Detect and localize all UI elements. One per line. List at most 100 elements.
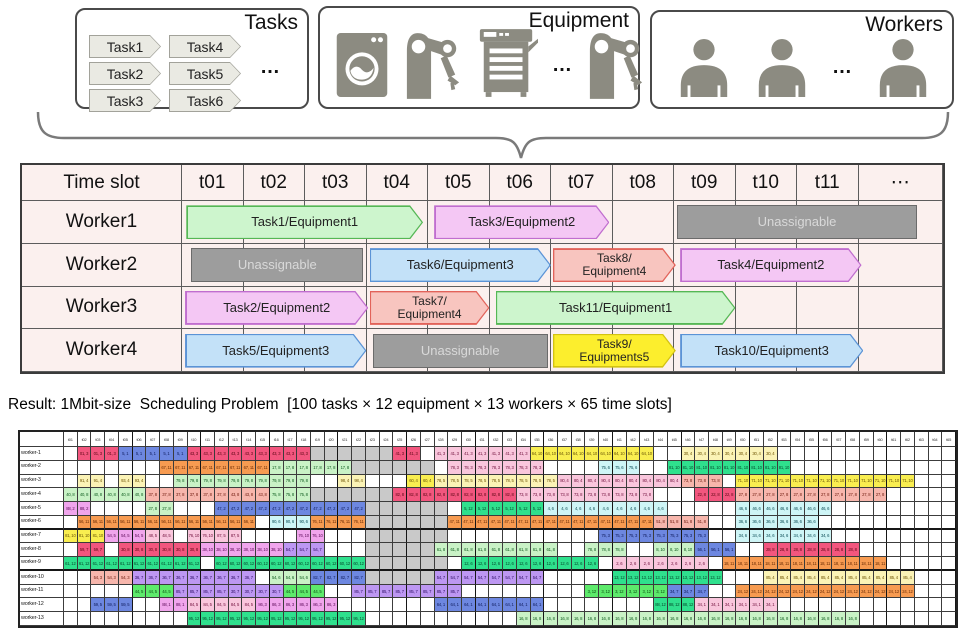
result-cell: 87, 5 bbox=[215, 530, 229, 544]
result-time-label: t15 bbox=[256, 432, 270, 447]
result-cell: 85, 7 bbox=[393, 585, 407, 599]
result-cell: 75, 8 bbox=[270, 488, 284, 502]
result-cell: 78, 5 bbox=[448, 475, 462, 489]
result-cell: 28, 8 bbox=[832, 543, 846, 557]
result-cell: 27, 8 bbox=[764, 488, 778, 502]
result-cell: 61, 12 bbox=[174, 557, 188, 571]
result-cell bbox=[146, 612, 160, 626]
result-cell bbox=[819, 516, 833, 530]
result-cell: 95, 12 bbox=[284, 612, 298, 626]
result-cell: 60, 12 bbox=[297, 557, 311, 571]
result-cell: 86, 3 bbox=[311, 598, 325, 612]
result-cell: 85, 7 bbox=[435, 585, 449, 599]
result-time-label: t52 bbox=[764, 432, 778, 447]
result-cell: 78, 5 bbox=[503, 475, 517, 489]
result-cell: 54, 7 bbox=[476, 571, 490, 585]
result-cell: 47, 2 bbox=[256, 502, 270, 516]
result-cell bbox=[489, 585, 503, 599]
result-cell: 36, 7 bbox=[160, 571, 174, 585]
result-cell bbox=[723, 571, 737, 585]
result-cell: 18, 11 bbox=[778, 557, 792, 571]
result-cell: 18, 11 bbox=[723, 557, 737, 571]
robot-arm-icon bbox=[404, 31, 462, 99]
result-cell bbox=[256, 516, 270, 530]
result-cell bbox=[366, 557, 380, 571]
result-cell bbox=[146, 475, 160, 489]
result-cell: 71, 10 bbox=[791, 475, 805, 489]
result-cell bbox=[791, 461, 805, 475]
person-icon bbox=[754, 39, 810, 97]
result-cell bbox=[421, 612, 435, 626]
result-cell bbox=[682, 502, 696, 516]
result-cell bbox=[929, 612, 943, 626]
result-cell: 47, 2 bbox=[352, 502, 366, 516]
result-cell bbox=[627, 598, 641, 612]
result-cell bbox=[174, 530, 188, 544]
result-cell: 61, 8 bbox=[503, 543, 517, 557]
result-cell: 47, 11 bbox=[489, 516, 503, 530]
worker-row-label: Worker1 bbox=[22, 201, 182, 244]
result-cell: 54, 7 bbox=[448, 571, 462, 585]
result-cell: 8, 10 bbox=[682, 543, 696, 557]
result-cell: 5, 1 bbox=[174, 447, 188, 461]
result-cell: 64, 1 bbox=[503, 598, 517, 612]
time-slot-label: t06 bbox=[490, 165, 552, 201]
result-cell: 71, 10 bbox=[819, 475, 833, 489]
result-time-label: t24 bbox=[380, 432, 394, 447]
result-cell: 37, 8 bbox=[201, 488, 215, 502]
result-cell bbox=[874, 543, 888, 557]
result-cell: 5, 12 bbox=[489, 502, 503, 516]
result-cell bbox=[668, 502, 682, 516]
result-cell bbox=[736, 571, 750, 585]
result-cell: 81, 10 bbox=[709, 461, 723, 475]
result-cell: 34, 1 bbox=[695, 598, 709, 612]
result-cell: 47, 11 bbox=[544, 516, 558, 530]
result-time-label: t57 bbox=[832, 432, 846, 447]
result-cell bbox=[682, 488, 696, 502]
result-cell: 87, 5 bbox=[229, 530, 243, 544]
result-cell bbox=[874, 612, 888, 626]
result-cell: 17, 8 bbox=[297, 461, 311, 475]
result-time-label: t18 bbox=[297, 432, 311, 447]
result-cell: 54, 6 bbox=[270, 571, 284, 585]
result-cell bbox=[421, 461, 435, 475]
result-cell: 80, 4 bbox=[599, 475, 613, 489]
result-cell bbox=[942, 530, 956, 544]
result-cell: 36, 7 bbox=[188, 571, 202, 585]
result-cell: 28, 8 bbox=[819, 543, 833, 557]
result-cell: 54, 7 bbox=[489, 571, 503, 585]
result-cell: 36, 6 bbox=[750, 516, 764, 530]
result-cell: 61, 12 bbox=[133, 557, 147, 571]
result-cell bbox=[421, 530, 435, 544]
result-cell bbox=[421, 557, 435, 571]
result-cell: 61, 8 bbox=[435, 543, 449, 557]
result-cell: 78, 5 bbox=[544, 475, 558, 489]
result-cell: 82, 8 bbox=[448, 488, 462, 502]
result-cell bbox=[558, 598, 572, 612]
result-cell: 18, 11 bbox=[832, 557, 846, 571]
result-cell bbox=[407, 612, 421, 626]
result-cell: 37, 8 bbox=[146, 488, 160, 502]
result-cell: 56, 11 bbox=[146, 516, 160, 530]
tasks-ellipsis: … bbox=[260, 56, 281, 79]
result-cell bbox=[462, 530, 476, 544]
result-cell bbox=[188, 502, 202, 516]
result-cell: 27, 8 bbox=[736, 488, 750, 502]
result-worker-label: worker-12 bbox=[20, 598, 64, 612]
result-cell: 30, 4 bbox=[750, 447, 764, 461]
result-cell: 73, 8 bbox=[640, 488, 654, 502]
result-cell: 61, 8 bbox=[517, 543, 531, 557]
result-cell: 98, 4 bbox=[338, 475, 352, 489]
result-cell bbox=[174, 612, 188, 626]
result-time-label: t60 bbox=[874, 432, 888, 447]
result-cell bbox=[874, 447, 888, 461]
result-cell: 30, 4 bbox=[709, 447, 723, 461]
result-cell: 75, 6 bbox=[599, 461, 613, 475]
result-cell bbox=[352, 447, 366, 461]
result-cell bbox=[572, 461, 586, 475]
result-cell bbox=[380, 530, 394, 544]
result-cell: 90, 6 bbox=[284, 516, 298, 530]
result-cell: 81, 10 bbox=[695, 461, 709, 475]
result-cell: 18, 11 bbox=[860, 557, 874, 571]
result-cell: 95, 12 bbox=[201, 612, 215, 626]
